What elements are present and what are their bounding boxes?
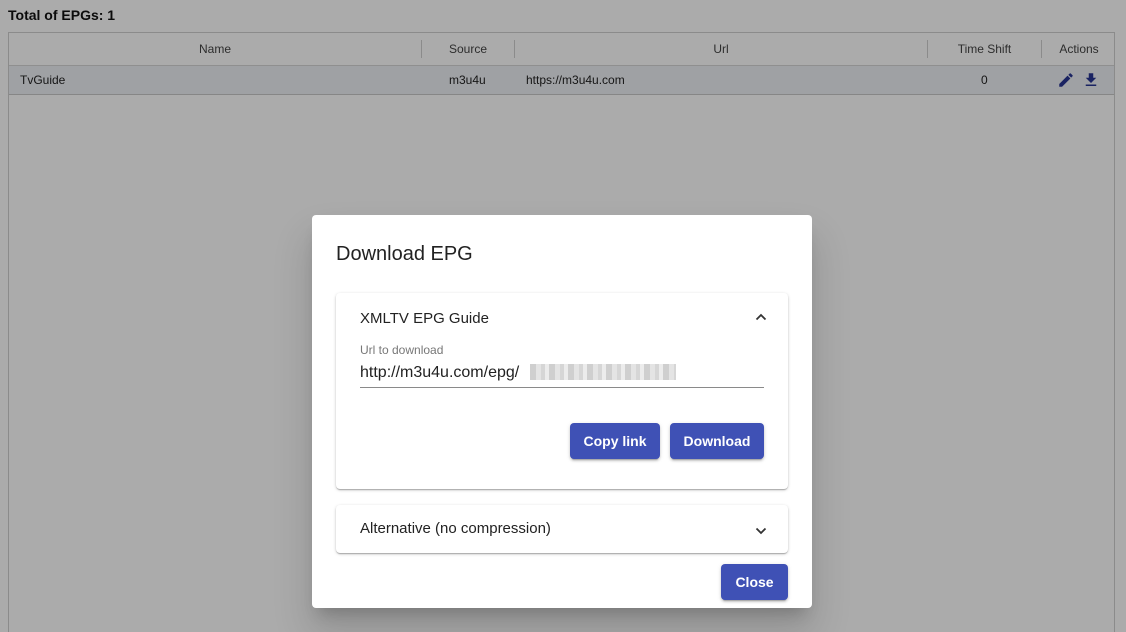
download-epg-dialog: Download EPG XMLTV EPG Guide Url to down…: [312, 215, 812, 608]
expansion-panel-alternative[interactable]: Alternative (no compression): [336, 505, 788, 553]
dialog-title: Download EPG: [336, 243, 473, 265]
redacted-token: [530, 364, 676, 380]
url-field-label: Url to download: [360, 343, 444, 357]
close-button[interactable]: Close: [721, 564, 788, 600]
download-button[interactable]: Download: [670, 423, 764, 459]
chevron-down-icon[interactable]: [754, 524, 768, 538]
expansion-panel-xmltv: XMLTV EPG Guide Url to download Copy lin…: [336, 293, 788, 489]
panel-header-xmltv[interactable]: XMLTV EPG Guide: [360, 310, 489, 327]
panel-header-alternative[interactable]: Alternative (no compression): [360, 520, 551, 537]
copy-link-button[interactable]: Copy link: [570, 423, 660, 459]
chevron-up-icon[interactable]: [754, 310, 768, 324]
